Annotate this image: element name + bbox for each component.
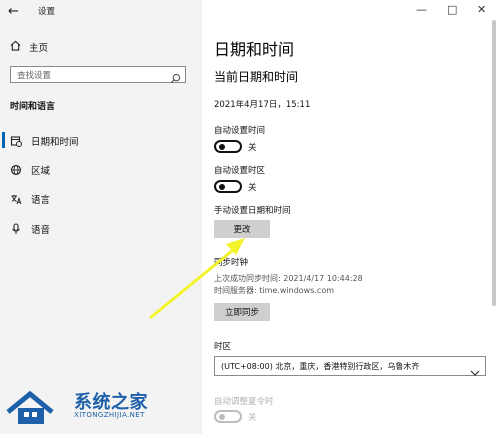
sidebar-item-date-time[interactable]: 日期和时间 [10, 134, 79, 148]
dst-label: 自动调整夏令时 [214, 397, 274, 407]
dst-state: 关 [248, 413, 257, 423]
sidebar-item-region[interactable]: 区域 [10, 163, 50, 177]
settings-window: ← 设置 主页 查找设置 时间和语言 日期和时间 区域 语言 语音 — □ ✕ … [0, 0, 500, 434]
timezone-select[interactable]: (UTC+08:00) 北京，重庆，香港特别行政区，乌鲁木齐 [214, 356, 486, 376]
search-placeholder: 查找设置 [17, 71, 52, 81]
close-button[interactable]: ✕ [477, 3, 486, 16]
sidebar: ← 设置 主页 查找设置 时间和语言 日期和时间 区域 语言 语音 [0, 0, 202, 434]
globe-icon [10, 164, 22, 176]
maximize-button[interactable]: □ [447, 3, 457, 16]
sidebar-item-label: 日期和时间 [31, 137, 79, 148]
auto-time-toggle[interactable] [214, 140, 242, 153]
auto-timezone-toggle[interactable] [214, 180, 242, 193]
current-datetime: 2021年4月17日，15:11 [214, 100, 311, 110]
sidebar-item-label: 语言 [31, 195, 51, 206]
manual-set-label: 手动设置日期和时间 [214, 206, 291, 216]
sidebar-item-language[interactable]: 语言 [10, 192, 50, 206]
minimize-button[interactable]: — [416, 3, 427, 16]
section-title: 时间和语言 [10, 102, 56, 112]
auto-time-state: 关 [248, 143, 257, 153]
auto-timezone-state: 关 [248, 183, 257, 193]
toggle-knob [219, 414, 225, 420]
page-title: 日期和时间 [214, 40, 295, 59]
sync-now-button[interactable]: 立即同步 [214, 303, 270, 321]
language-icon [10, 193, 22, 205]
watermark-logo-icon [6, 390, 54, 424]
toggle-knob [219, 144, 225, 150]
sidebar-item-speech[interactable]: 语音 [10, 222, 50, 236]
watermark: 系统之家 XITONGZHIJIA.NET [0, 378, 190, 434]
search-input[interactable]: 查找设置 [10, 66, 186, 84]
calendar-clock-icon [10, 135, 22, 147]
sync-clock-title: 同步时钟 [214, 258, 249, 268]
sidebar-item-label: 语音 [31, 225, 51, 236]
app-title: 设置 [38, 7, 56, 17]
sidebar-item-home[interactable]: 主页 [10, 40, 48, 54]
search-icon[interactable] [170, 69, 181, 84]
change-button[interactable]: 更改 [214, 220, 270, 238]
last-sync-text: 上次成功同步时间: 2021/4/17 10:44:28 [214, 274, 363, 283]
active-indicator [2, 132, 5, 148]
home-icon [10, 40, 21, 54]
sidebar-item-label: 区域 [31, 166, 51, 177]
timezone-selected: (UTC+08:00) 北京，重庆，香港特别行政区，乌鲁木齐 [221, 362, 420, 371]
section-heading-current: 当前日期和时间 [214, 70, 299, 84]
home-label: 主页 [29, 43, 49, 54]
toggle-knob [219, 184, 225, 190]
timezone-label: 时区 [214, 342, 232, 352]
microphone-icon [10, 223, 22, 235]
time-server-text: 时间服务器: time.windows.com [214, 286, 335, 295]
dst-toggle[interactable] [214, 410, 242, 423]
auto-timezone-label: 自动设置时区 [214, 166, 266, 176]
scrollbar[interactable] [492, 20, 496, 306]
watermark-subtitle: XITONGZHIJIA.NET [74, 411, 145, 419]
back-arrow-icon[interactable]: ← [8, 4, 24, 20]
chevron-down-icon [470, 362, 480, 376]
auto-time-label: 自动设置时间 [214, 126, 266, 136]
